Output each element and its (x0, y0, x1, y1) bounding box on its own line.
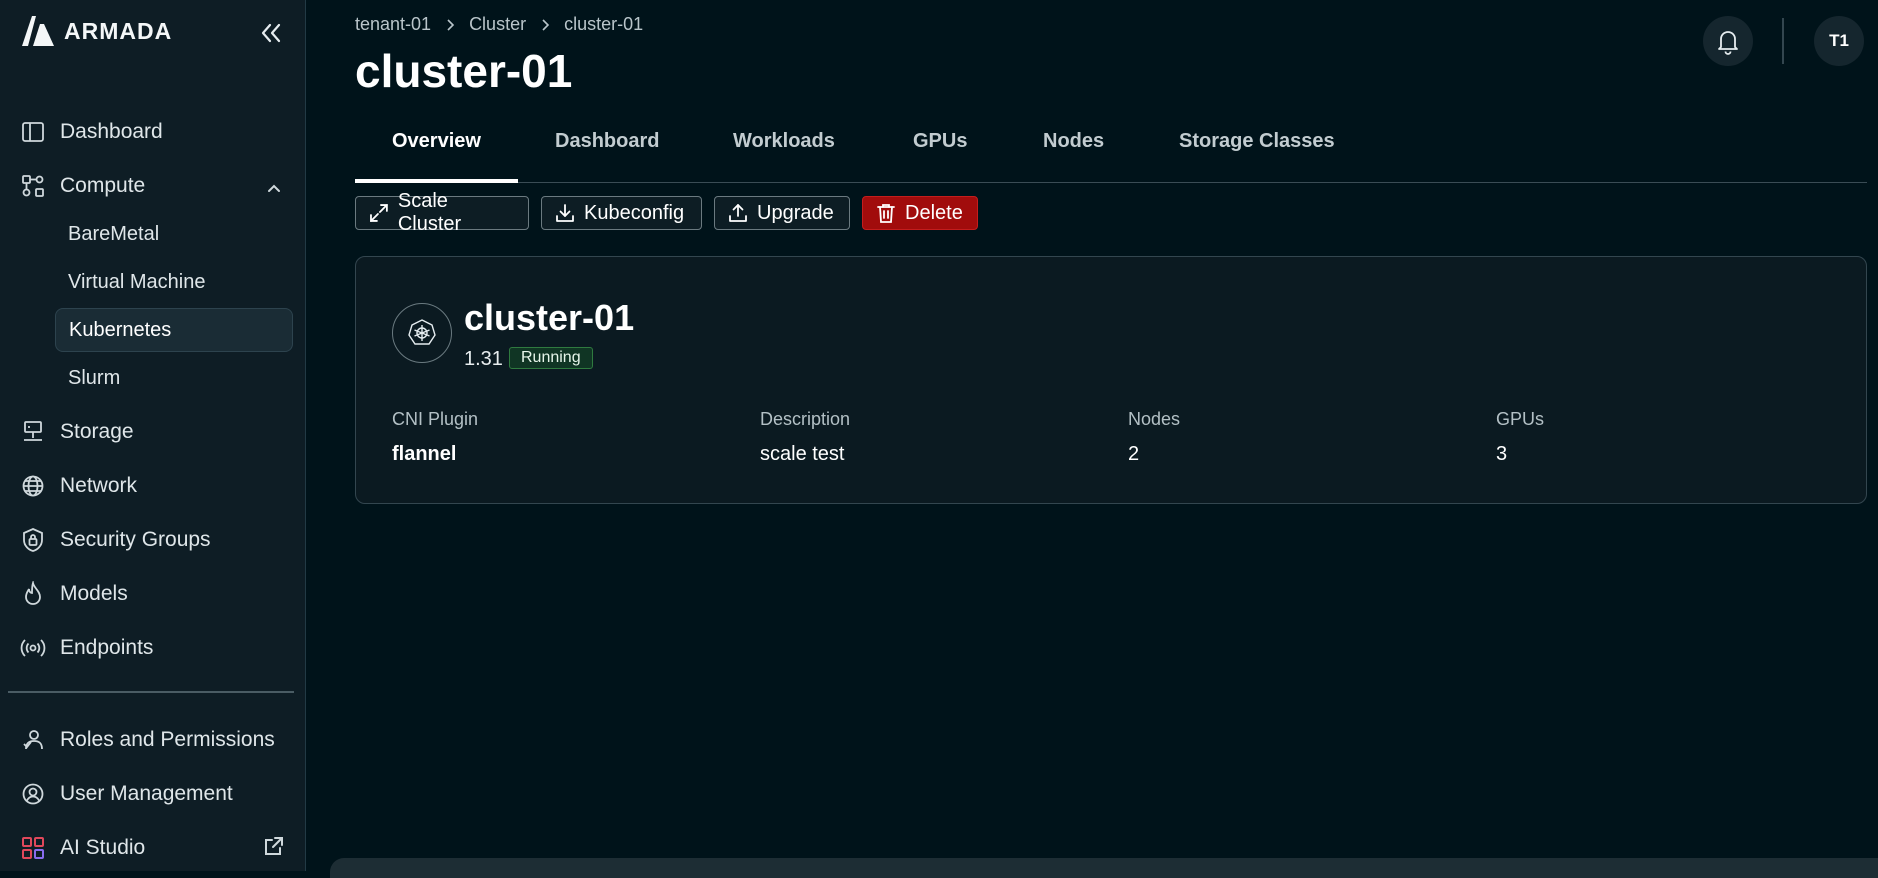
tab-storage-classes[interactable]: Storage Classes (1179, 130, 1335, 153)
sidebar-sub-item-label: BareMetal (68, 222, 160, 245)
sidebar-item-models[interactable]: Models (20, 581, 128, 607)
kubernetes-icon (392, 303, 452, 363)
trash-icon (877, 204, 895, 223)
grid-icon (22, 837, 44, 859)
sidebar-item-label: Security Groups (60, 528, 211, 551)
sidebar-sub-item-label: Slurm (68, 366, 121, 389)
sidebar: ARMADA Dashboard Compute BareMetal Virtu… (0, 0, 306, 871)
chevron-right-icon (542, 18, 550, 31)
tab-bar: Overview Dashboard Workloads GPUs Nodes … (355, 122, 1867, 183)
flame-icon (25, 581, 41, 605)
tab-overview[interactable]: Overview (392, 130, 481, 153)
tab-gpus[interactable]: GPUs (913, 130, 967, 153)
delete-button[interactable]: Delete (862, 196, 978, 230)
cluster-summary-card: cluster-01 1.31 Running CNI Plugin flann… (355, 256, 1867, 504)
broadcast-icon (20, 639, 46, 657)
page-title: cluster-01 (355, 45, 573, 97)
avatar[interactable]: T1 (1814, 16, 1864, 66)
globe-icon (22, 475, 44, 497)
chevron-up-icon[interactable] (264, 178, 284, 198)
description-value: scale test (760, 443, 845, 465)
sidebar-sub-item-label: Virtual Machine (68, 270, 206, 293)
sidebar-item-user-management[interactable]: User Management (20, 781, 233, 807)
sidebar-item-roles-and-permissions[interactable]: Roles and Permissions (20, 727, 275, 753)
panel-icon (22, 122, 44, 142)
armada-logo-icon (22, 16, 54, 46)
sidebar-item-network[interactable]: Network (20, 473, 137, 499)
breadcrumb-item[interactable]: tenant-01 (355, 14, 431, 35)
collapse-sidebar-button[interactable] (255, 18, 285, 48)
gpus-value: 3 (1496, 443, 1508, 465)
cluster-name: cluster-01 (464, 297, 635, 338)
sidebar-item-label: Network (60, 474, 138, 497)
sidebar-item-label: Models (60, 582, 128, 605)
sidebar-item-label: Storage (60, 420, 134, 443)
scale-cluster-label: Scale Cluster (397, 190, 462, 235)
notifications-button[interactable] (1703, 16, 1753, 66)
shield-icon (23, 528, 43, 552)
sidebar-item-dashboard[interactable]: Dashboard (20, 119, 163, 145)
sidebar-item-label: User Management (60, 782, 233, 805)
upload-icon (729, 204, 747, 222)
breadcrumb: tenant-01 Cluster cluster-01 (355, 14, 643, 35)
bell-icon (1718, 31, 1738, 55)
tab-dashboard[interactable]: Dashboard (555, 130, 659, 153)
chevron-right-icon (447, 18, 455, 31)
sidebar-item-label: Roles and Permissions (60, 728, 275, 751)
bottom-panel-edge (330, 858, 1878, 878)
sidebar-item-storage[interactable]: Storage (20, 419, 134, 445)
sidebar-item-security-groups[interactable]: Security Groups (20, 527, 211, 553)
nodes-label: Nodes (1128, 409, 1181, 429)
cni-plugin-label: CNI Plugin (392, 409, 479, 429)
sidebar-sub-item-label: Kubernetes (69, 318, 172, 341)
sidebar-item-label: Endpoints (60, 636, 154, 659)
scale-cluster-button[interactable]: Scale Cluster (355, 190, 529, 235)
sidebar-sub-item-slurm[interactable]: Slurm (55, 356, 293, 400)
breadcrumb-item: cluster-01 (564, 14, 644, 34)
gpus-label: GPUs (1496, 409, 1545, 429)
active-tab-indicator (355, 179, 518, 183)
sidebar-item-endpoints[interactable]: Endpoints (20, 635, 153, 661)
sidebar-divider (8, 691, 294, 693)
sidebar-item-label: Dashboard (60, 120, 163, 143)
expand-icon (370, 204, 388, 222)
server-icon (24, 421, 42, 441)
sidebar-item-label: AI Studio (60, 836, 146, 859)
sidebar-sub-item-kubernetes[interactable]: Kubernetes (55, 308, 293, 352)
upgrade-button[interactable]: Upgrade (714, 196, 850, 230)
chevrons-left-icon (261, 23, 281, 43)
download-icon (556, 204, 574, 222)
users-icon (23, 730, 43, 750)
upgrade-label: Upgrade (757, 201, 834, 224)
sidebar-item-label: Compute (60, 174, 146, 197)
kubeconfig-label: Kubeconfig (584, 201, 685, 224)
sidebar-item-ai-studio[interactable]: AI Studio (20, 835, 145, 861)
description-label: Description (760, 409, 851, 429)
breadcrumb-item[interactable]: Cluster (469, 14, 526, 35)
cluster-version: 1.31 (464, 348, 503, 370)
header-divider (1782, 18, 1784, 64)
logo[interactable]: ARMADA (20, 14, 172, 48)
app-name: ARMADA (64, 17, 173, 44)
tab-nodes[interactable]: Nodes (1043, 130, 1104, 153)
external-link-icon[interactable] (262, 834, 286, 858)
sidebar-item-compute[interactable]: Compute (20, 173, 145, 199)
sidebar-sub-item-baremetal[interactable]: BareMetal (55, 212, 293, 256)
sidebar-sub-item-virtual-machine[interactable]: Virtual Machine (55, 260, 293, 304)
cni-plugin-value: flannel (392, 443, 457, 465)
delete-label: Delete (905, 201, 963, 224)
workflow-icon (22, 175, 44, 197)
status-badge: Running (509, 347, 593, 369)
kubeconfig-button[interactable]: Kubeconfig (541, 196, 702, 230)
tab-workloads[interactable]: Workloads (733, 130, 835, 153)
nodes-value: 2 (1128, 443, 1140, 465)
user-circle-icon (22, 783, 44, 805)
